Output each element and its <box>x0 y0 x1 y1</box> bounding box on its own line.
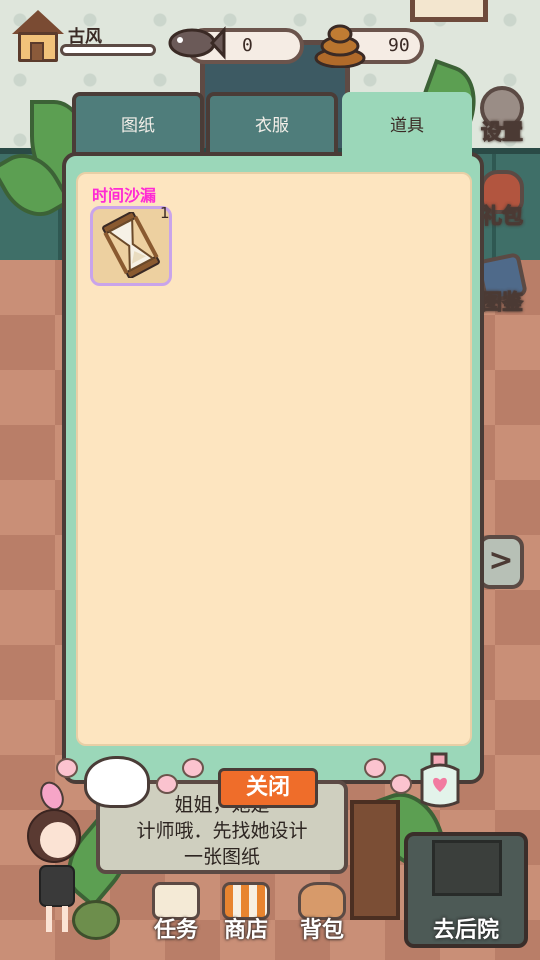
paw-decoration <box>390 774 412 794</box>
chevron-right-icon: > <box>488 543 514 578</box>
fish-icon <box>168 26 226 60</box>
tab-items[interactable]: 道具 <box>342 92 472 162</box>
paw-decoration <box>56 758 78 778</box>
shop-label: 商店 <box>223 918 268 943</box>
close-button[interactable]: 关闭 <box>218 768 318 808</box>
settings-label: 设置 <box>481 120 524 145</box>
backyard-house-icon <box>432 840 502 896</box>
backyard-label: 去后院 <box>432 918 499 943</box>
tab-blueprint[interactable]: 图纸 <box>72 92 204 154</box>
hourglass-icon <box>102 212 160 278</box>
cat-mascot-icon <box>84 756 150 808</box>
next-page-button[interactable]: > <box>478 535 524 589</box>
poop-count: 90 <box>388 35 410 56</box>
item-count: 1 <box>160 204 170 222</box>
bag-label: 背包 <box>299 918 344 943</box>
paw-decoration <box>364 758 386 778</box>
dialog-line-2: 计师哦．先找她设计 <box>136 820 308 842</box>
tasks-button[interactable]: 任务 <box>142 880 210 946</box>
bag-button[interactable]: 背包 <box>288 880 356 946</box>
item-name-label: 时间沙漏 <box>92 186 157 205</box>
paw-decoration <box>182 758 204 778</box>
girl-character <box>27 781 81 932</box>
shop-button[interactable]: 商店 <box>212 880 280 946</box>
tab-clothes[interactable]: 衣服 <box>206 92 338 154</box>
picture-frame <box>410 0 488 22</box>
dialog-line-3: 一张图纸 <box>183 846 260 868</box>
cabinet <box>350 800 400 920</box>
home-icon[interactable] <box>10 10 66 64</box>
settings-button[interactable]: 设置 <box>472 86 532 152</box>
poop-icon <box>314 24 366 68</box>
fish-count: 0 <box>242 35 253 56</box>
player-name: 古风 <box>68 27 102 47</box>
tasks-label: 任务 <box>153 918 198 943</box>
potion-bottle-icon <box>420 752 460 808</box>
